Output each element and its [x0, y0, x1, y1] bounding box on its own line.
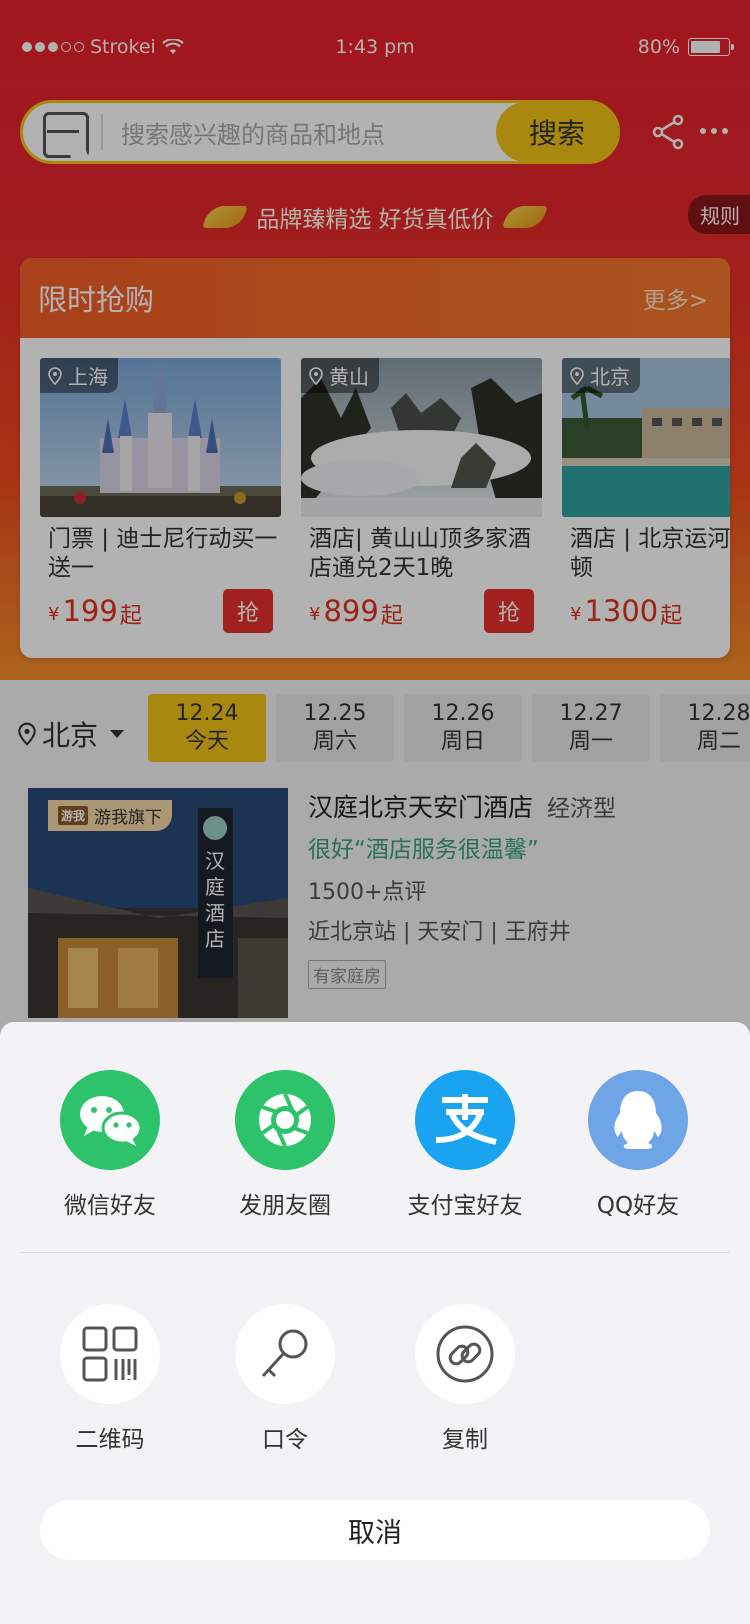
share-moments[interactable]: 发朋友圈 — [205, 1070, 365, 1220]
divider — [20, 1252, 730, 1253]
share-label: 复制 — [442, 1427, 488, 1453]
share-qrcode[interactable]: 二维码 — [30, 1304, 190, 1454]
share-label: 口令 — [262, 1427, 308, 1453]
share-label: 发朋友圈 — [239, 1193, 331, 1219]
share-label: 二维码 — [75, 1427, 145, 1453]
app-root: Strokei 1:43 pm 80% 搜索感兴趣的商品和地点 搜索 品牌臻精选… — [0, 0, 750, 1624]
share-wechat[interactable]: 微信好友 — [30, 1070, 190, 1220]
qrcode-icon — [60, 1304, 160, 1404]
share-alipay[interactable]: 支付宝好友 — [385, 1070, 545, 1220]
alipay-icon — [415, 1070, 515, 1170]
share-label: QQ好友 — [596, 1193, 680, 1219]
qq-icon — [588, 1070, 688, 1170]
share-password[interactable]: 口令 — [205, 1304, 365, 1454]
wechat-icon — [60, 1070, 160, 1170]
share-copy[interactable]: 复制 — [385, 1304, 545, 1454]
share-label: 微信好友 — [64, 1193, 156, 1219]
share-sheet: 微信好友 发朋友圈 支付宝好友 QQ好友 二维码 口令 复制 取消 — [0, 1022, 750, 1624]
key-icon — [235, 1304, 335, 1404]
cancel-button[interactable]: 取消 — [40, 1500, 710, 1560]
share-qq[interactable]: QQ好友 — [558, 1070, 718, 1220]
link-icon — [415, 1304, 515, 1404]
moments-icon — [235, 1070, 335, 1170]
share-label: 支付宝好友 — [407, 1193, 523, 1219]
